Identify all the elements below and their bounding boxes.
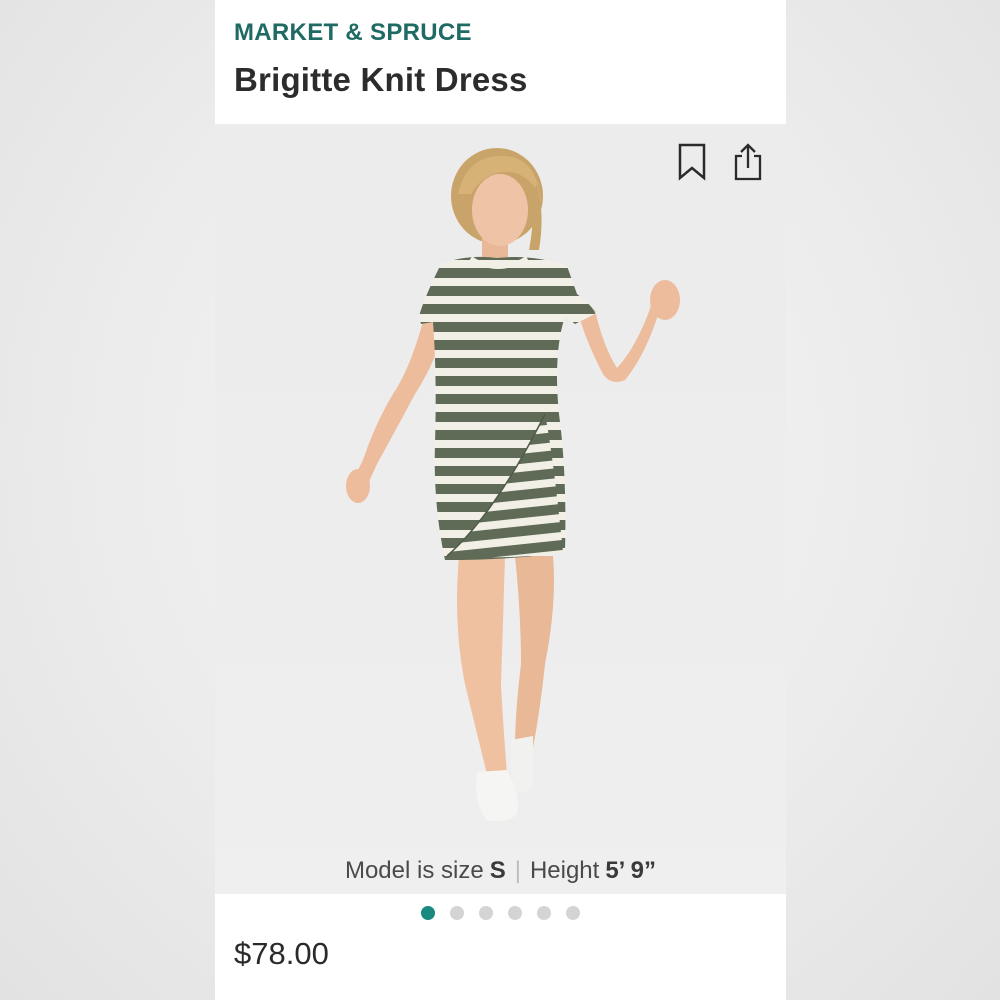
carousel-dot-2[interactable]: [450, 906, 464, 920]
product-photo: [346, 148, 680, 822]
carousel-dot-4[interactable]: [508, 906, 522, 920]
brand-name[interactable]: MARKET & SPRUCE: [234, 19, 472, 47]
product-image-carousel[interactable]: [215, 124, 786, 848]
model-size-value: S: [489, 857, 506, 884]
carousel-dot-3[interactable]: [479, 906, 493, 920]
carousel-dot-1[interactable]: [421, 906, 435, 920]
share-icon[interactable]: [730, 140, 766, 184]
bookmark-icon[interactable]: [674, 140, 710, 184]
model-height-label: Height: [529, 857, 600, 884]
model-height-value: 5’ 9”: [605, 857, 657, 884]
product-header: MARKET & SPRUCE Brigitte Knit Dress: [215, 0, 786, 124]
carousel-dot-6[interactable]: [566, 906, 580, 920]
model-size-info: Model is size S | Height 5’ 9”: [215, 848, 786, 894]
carousel-dot-5[interactable]: [537, 906, 551, 920]
product-card: MARKET & SPRUCE Brigitte Knit Dress Mode…: [215, 0, 786, 1000]
product-title: Brigitte Knit Dress: [234, 61, 528, 98]
model-size-label: Model is size: [344, 857, 484, 884]
product-price: $78.00: [234, 936, 329, 971]
info-separator: |: [514, 857, 521, 884]
carousel-indicator: [215, 906, 786, 922]
